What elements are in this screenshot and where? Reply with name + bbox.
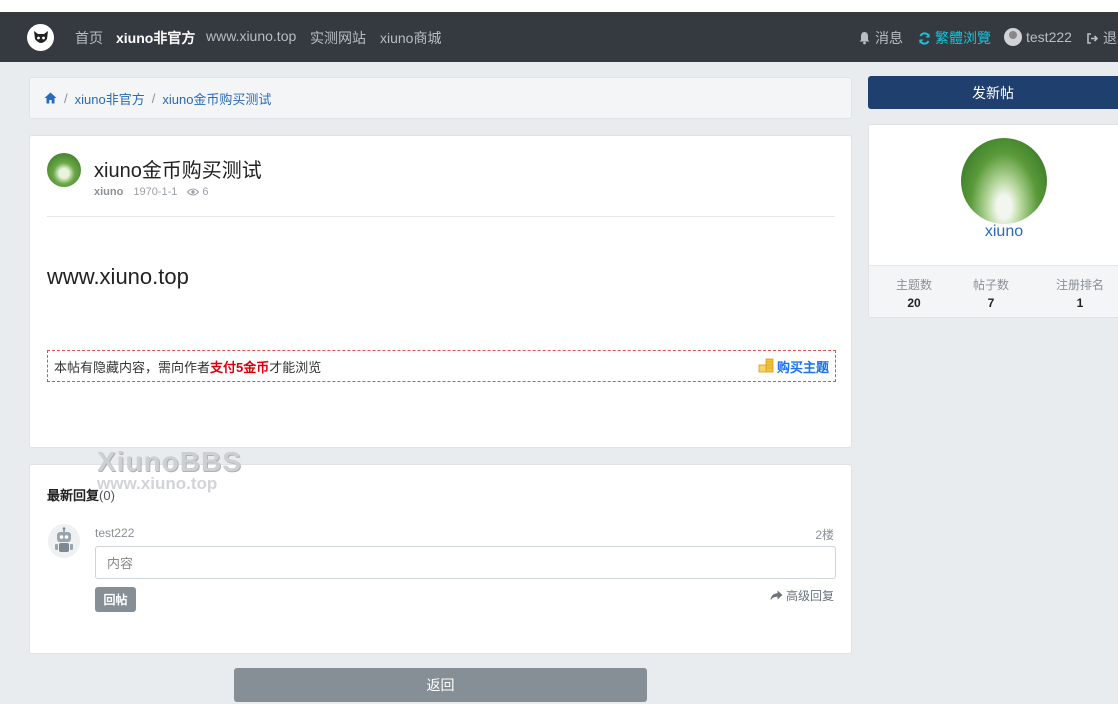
breadcrumb-separator: / xyxy=(64,90,68,106)
thread-date: 1970-1-1 xyxy=(133,186,178,198)
logout-icon xyxy=(1087,32,1099,44)
advanced-reply-link[interactable]: 高级回复 xyxy=(770,587,834,604)
stat-threads-label: 主题数 xyxy=(895,278,932,292)
top-strip xyxy=(0,0,1118,12)
new-post-button[interactable]: 发新帖 xyxy=(868,76,1118,109)
author-avatar[interactable] xyxy=(47,153,81,187)
user-menu[interactable]: test222 xyxy=(1004,28,1072,46)
view-count-value: 6 xyxy=(202,186,209,198)
back-button[interactable]: 返回 xyxy=(234,668,647,702)
buy-thread-label: 购买主题 xyxy=(776,359,829,375)
reply-submit-button[interactable]: 回帖 xyxy=(95,587,136,612)
post-content: www.xiuno.top xyxy=(47,264,189,289)
replies-heading: 最新回复(0) xyxy=(47,485,115,504)
messages-label: 消息 xyxy=(875,30,903,46)
author-card: xiuno 主题数 20 帖子数 7 注册排名 1 xyxy=(868,124,1118,318)
reply-floor: 2楼 xyxy=(815,528,834,542)
top-navbar: 首页 xiuno非官方 www.xiuno.top 实测网站 xiuno商城 消… xyxy=(0,12,1118,62)
logout-link[interactable]: 退 xyxy=(1086,28,1117,48)
stat-posts-value: 7 xyxy=(987,296,995,310)
reply-avatar xyxy=(48,524,80,558)
logout-label: 退 xyxy=(1103,30,1117,46)
author-stats: 主题数 20 帖子数 7 注册排名 1 xyxy=(869,265,1118,317)
nav-username: test222 xyxy=(1026,29,1072,45)
home-icon[interactable] xyxy=(44,92,57,104)
share-arrow-icon xyxy=(770,590,783,601)
replies-title: 最新回复 xyxy=(47,488,100,503)
reply-username: test222 xyxy=(95,526,135,540)
reply-count: (0) xyxy=(99,488,115,503)
thread-post: xiuno金币购买测试 xiuno 1970-1-1 6 www.xiuno.t… xyxy=(29,135,852,448)
refresh-icon xyxy=(919,31,930,45)
nav-link-test-sites[interactable]: 实测网站 xyxy=(310,28,366,48)
breadcrumb-forum[interactable]: xiuno非官方 xyxy=(75,89,145,108)
hidden-suffix: 才能浏览 xyxy=(269,359,322,375)
nav-link-shop[interactable]: xiuno商城 xyxy=(380,28,441,48)
post-divider xyxy=(47,216,835,217)
stat-threads-value: 20 xyxy=(907,296,921,310)
robot-avatar-icon xyxy=(55,527,73,552)
replies-section: 最新回复(0) test222 2楼 回帖 高级回复 xyxy=(29,464,852,654)
logo-icon xyxy=(33,30,48,43)
traditional-label: 繁體浏覽 xyxy=(935,30,991,46)
author-large-avatar[interactable] xyxy=(961,138,1047,224)
bell-icon xyxy=(859,32,870,45)
hidden-content-notice: 本帖有隐藏内容，需向作者支付5金币才能浏览 购买主题 xyxy=(47,350,836,382)
stat-rank-label: 注册排名 xyxy=(1055,278,1104,292)
messages-link[interactable]: 消息 xyxy=(858,28,903,48)
hidden-content-text: 本帖有隐藏内容，需向作者支付5金币才能浏览 xyxy=(54,357,321,376)
thread-title: xiuno金币购买测试 xyxy=(94,160,262,182)
nav-avatar xyxy=(1004,28,1022,46)
nav-link-xiuno-unofficial[interactable]: xiuno非官方 xyxy=(116,28,195,48)
stat-threads: 主题数 20 xyxy=(879,276,949,310)
nav-link-home[interactable]: 首页 xyxy=(75,28,103,48)
breadcrumb: / xiuno非官方 / xiuno金币购买测试 xyxy=(29,77,852,119)
stat-posts-label: 帖子数 xyxy=(972,278,1009,292)
site-logo[interactable] xyxy=(27,24,54,51)
reply-textarea[interactable] xyxy=(95,546,836,579)
nav-link-xiuno-top[interactable]: www.xiuno.top xyxy=(206,28,296,44)
breadcrumb-separator: / xyxy=(151,90,156,106)
hidden-pay-amount: 支付5金币 xyxy=(210,359,270,375)
advanced-reply-label: 高级回复 xyxy=(785,589,834,603)
stat-rank-value: 1 xyxy=(1076,296,1084,310)
coins-icon xyxy=(758,358,774,373)
stat-posts: 帖子数 7 xyxy=(956,276,1026,310)
eye-icon xyxy=(187,188,200,196)
hidden-prefix: 本帖有隐藏内容，需向作者 xyxy=(54,359,211,375)
author-card-username[interactable]: xiuno xyxy=(869,223,1118,241)
view-count: 6 xyxy=(187,186,209,198)
buy-thread-button[interactable]: 购买主题 xyxy=(758,357,829,376)
stat-rank: 注册排名 1 xyxy=(1045,276,1115,310)
traditional-chinese-toggle[interactable]: 繁體浏覽 xyxy=(918,28,991,48)
thread-author[interactable]: xiuno xyxy=(94,186,123,198)
breadcrumb-thread[interactable]: xiuno金币购买测试 xyxy=(162,89,271,108)
thread-meta: xiuno 1970-1-1 6 xyxy=(94,186,209,198)
